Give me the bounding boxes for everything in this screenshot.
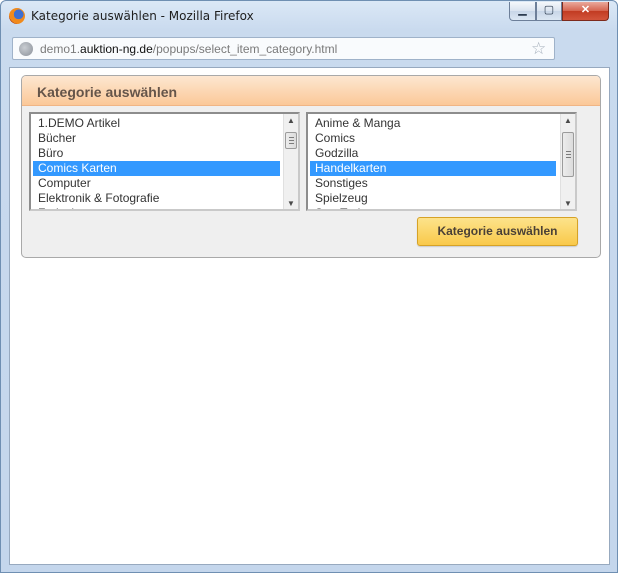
list-option[interactable]: Godzilla [310,146,556,161]
url-prefix: demo1. [40,42,81,56]
select-category-button[interactable]: Kategorie auswählen [417,217,578,246]
close-button[interactable]: ✕ [562,2,609,21]
list-option[interactable]: Spielzeug [310,191,556,206]
list-option[interactable]: Computer [33,176,280,191]
category-listbox[interactable]: 1.DEMO Artikel Bücher Büro Comics Karten Com… [29,112,300,211]
panel-title: Kategorie auswählen [22,76,600,106]
minimize-button[interactable]: ▁ [509,2,536,21]
list-option[interactable]: 1.DEMO Artikel [33,116,280,131]
page-viewport: Kategorie auswählen 1.DEMO Artikel Bücher… [9,67,610,565]
address-bar[interactable]: demo1.auktion-ng.de/popups/select_item_c… [12,37,555,60]
category-panel: Kategorie auswählen 1.DEMO Artikel Bücher… [21,75,601,258]
scroll-thumb[interactable] [285,132,297,149]
subcategory-scrollbar[interactable]: ▲ ▼ [560,114,575,209]
scroll-up-arrow-icon[interactable]: ▲ [287,116,295,125]
window-title: Kategorie auswählen - Mozilla Firefox [31,9,254,23]
list-option[interactable]: Handelkarten [310,161,556,176]
maximize-button[interactable]: ▢ [536,2,562,21]
list-option[interactable]: Büro [33,146,280,161]
scroll-up-arrow-icon[interactable]: ▲ [564,116,572,125]
list-option[interactable]: Bücher [33,131,280,146]
list-option[interactable]: Comics Karten [33,161,280,176]
firefox-icon [9,8,25,24]
list-option[interactable]: Star Trek [310,206,556,209]
subcategory-listbox[interactable]: Anime & Manga Comics Godzilla Handelkarten S… [306,112,577,211]
scroll-thumb[interactable] [562,132,574,177]
category-scrollbar[interactable]: ▲ ▼ [283,114,298,209]
list-option[interactable]: Sonstiges [310,176,556,191]
scroll-down-arrow-icon[interactable]: ▼ [287,199,295,208]
list-option[interactable]: Anime & Manga [310,116,556,131]
scroll-down-arrow-icon[interactable]: ▼ [564,199,572,208]
browser-window: Kategorie auswählen - Mozilla Firefox ▁ … [0,0,618,573]
list-option[interactable]: Comics [310,131,556,146]
list-option[interactable]: Elektronik & Fotografie [33,191,280,206]
star-icon[interactable]: ☆ [531,39,546,59]
title-bar[interactable]: Kategorie auswählen - Mozilla Firefox ▁ … [1,1,617,31]
url-path: /popups/select_item_category.html [152,42,338,56]
url-text: demo1.auktion-ng.de/popups/select_item_c… [40,42,337,56]
list-option[interactable]: Freizeit [33,206,280,209]
url-domain: auktion-ng.de [80,42,153,56]
globe-icon [19,42,33,56]
